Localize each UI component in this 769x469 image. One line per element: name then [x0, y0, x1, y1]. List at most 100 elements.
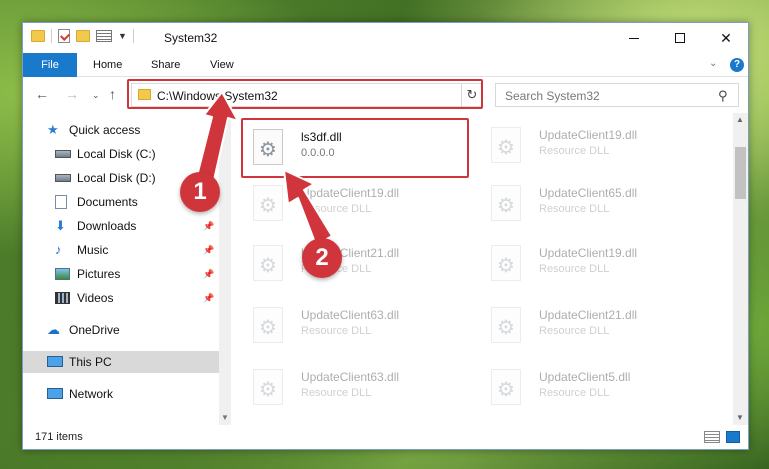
navigation-pane: ★ Quick access Local Disk (C:) Local Dis… — [23, 113, 219, 425]
maximize-button[interactable] — [657, 23, 703, 53]
search-icon[interactable]: ⚲ — [718, 88, 728, 104]
item-count: 171 items — [35, 431, 83, 443]
file-tile[interactable]: ⚙ UpdateClient65.dll Resource DLL — [481, 179, 711, 231]
nav-item-quick-access[interactable]: ★ Quick access — [23, 119, 219, 141]
file-type: Resource DLL — [301, 203, 372, 215]
file-name: UpdateClient21.dll — [539, 308, 638, 322]
tab-view[interactable]: View — [200, 53, 244, 77]
folder-icon — [31, 30, 45, 42]
nav-item-pictures[interactable]: Pictures 📌 — [23, 263, 219, 285]
scroll-down-icon[interactable]: ▼ — [736, 413, 744, 422]
file-tile[interactable]: ⚙ UpdateClient5.dll Resource DLL — [481, 363, 711, 415]
gear-icon: ⚙ — [259, 317, 277, 339]
cloud-icon: ☁ — [47, 322, 60, 337]
view-layout-icon[interactable] — [96, 30, 112, 42]
address-bar[interactable]: C:\Windows\System32 ⌄ — [131, 83, 481, 107]
file-tile[interactable]: ⚙ UpdateClient63.dll Resource DLL — [243, 363, 473, 415]
callout-badge-2: 2 — [302, 238, 342, 278]
file-name: ls3df.dll — [301, 130, 342, 144]
file-name: UpdateClient19.dll — [301, 186, 400, 200]
details-view-icon[interactable] — [704, 431, 720, 443]
file-tile-ls3df[interactable]: ⚙ ls3df.dll 0.0.0.0 — [243, 123, 473, 175]
file-name: UpdateClient19.dll — [539, 246, 638, 260]
up-arrow-icon[interactable]: ↑ — [109, 86, 116, 102]
large-icons-view-icon[interactable] — [726, 431, 740, 443]
file-tile[interactable]: ⚙ UpdateClient19.dll Resource DLL — [481, 239, 711, 291]
refresh-button[interactable]: ↻ — [461, 83, 483, 107]
search-box[interactable]: Search System32 ⚲ — [495, 83, 739, 107]
ribbon-tabs: File Home Share View ⌄ ? — [23, 53, 748, 77]
navigation-scrollbar[interactable]: ▲ ▼ — [219, 113, 231, 425]
quick-access-toolbar: ▼ — [31, 29, 134, 43]
disk-icon — [55, 150, 71, 158]
gear-icon: ⚙ — [497, 195, 515, 217]
close-button[interactable]: ✕ — [703, 23, 749, 53]
properties-icon[interactable] — [58, 29, 70, 43]
address-path[interactable]: C:\Windows\System32 — [157, 89, 278, 103]
tab-share[interactable]: Share — [141, 53, 190, 77]
file-name: UpdateClient63.dll — [301, 308, 400, 322]
pin-icon[interactable]: 📌 — [203, 293, 214, 304]
back-arrow-icon[interactable]: ← — [35, 86, 49, 102]
help-icon[interactable]: ? — [730, 58, 744, 72]
nav-item-label: Music — [77, 243, 109, 257]
video-icon — [55, 292, 70, 304]
pin-icon[interactable]: 📌 — [203, 245, 214, 256]
file-tile[interactable]: ⚙ UpdateClient19.dll Resource DLL — [481, 121, 711, 173]
file-type: Resource DLL — [539, 387, 610, 399]
disk-icon — [55, 174, 71, 182]
content-scrollbar[interactable]: ▲ ▼ — [733, 113, 748, 425]
nav-item-videos[interactable]: Videos 📌 — [23, 287, 219, 309]
gear-icon: ⚙ — [497, 317, 515, 339]
expand-ribbon-icon[interactable]: ⌄ — [709, 58, 717, 69]
nav-item-this-pc[interactable]: This PC — [23, 351, 219, 373]
minimize-button[interactable] — [611, 23, 657, 53]
search-input[interactable]: Search System32 — [505, 89, 600, 103]
nav-item-label: This PC — [69, 355, 112, 369]
nav-item-network[interactable]: Network — [23, 383, 219, 405]
nav-item-music[interactable]: ♪ Music 📌 — [23, 239, 219, 261]
scroll-up-icon[interactable]: ▲ — [221, 115, 229, 124]
tab-file[interactable]: File — [23, 53, 77, 77]
nav-item-label: Local Disk (D:) — [77, 171, 156, 185]
scroll-up-icon[interactable]: ▲ — [736, 115, 744, 124]
file-type: Resource DLL — [539, 203, 610, 215]
folder-icon — [138, 89, 151, 100]
minimize-icon — [629, 37, 639, 39]
file-name: UpdateClient5.dll — [539, 370, 631, 384]
scrollbar-thumb[interactable] — [735, 147, 746, 199]
star-icon: ★ — [47, 122, 59, 137]
gear-icon: ⚙ — [259, 379, 277, 401]
nav-item-label: Network — [69, 387, 114, 401]
file-tile[interactable]: ⚙ UpdateClient19.dll Resource DLL — [243, 179, 473, 231]
music-icon: ♪ — [55, 242, 62, 257]
pin-icon[interactable]: 📌 — [203, 269, 214, 280]
file-type: Resource DLL — [301, 325, 372, 337]
recent-locations-chevron-icon[interactable]: ⌄ — [92, 90, 100, 101]
customize-toolbar-dropdown-icon[interactable]: ▼ — [118, 31, 127, 41]
file-name: UpdateClient63.dll — [301, 370, 400, 384]
file-tile[interactable]: ⚙ UpdateClient21.dll Resource DLL — [481, 301, 711, 353]
toolbar-separator — [132, 29, 134, 43]
file-explorer-window: ▼ System32 ✕ File Home Share View ⌄ ? ← … — [22, 22, 749, 450]
nav-item-downloads[interactable]: ⬇ Downloads 📌 — [23, 215, 219, 237]
nav-item-label: Pictures — [77, 267, 121, 281]
file-tile[interactable]: ⚙ UpdateClient63.dll Resource DLL — [243, 301, 473, 353]
nav-item-onedrive[interactable]: ☁ OneDrive — [23, 319, 219, 341]
file-type: Resource DLL — [539, 145, 610, 157]
gear-icon: ⚙ — [259, 139, 277, 161]
maximize-icon — [675, 33, 685, 43]
file-tile[interactable]: ⚙ UpdateClient21.dll Resource DLL — [243, 239, 473, 291]
document-icon — [55, 195, 67, 209]
file-version: 0.0.0.0 — [301, 147, 335, 159]
file-type: Resource DLL — [539, 325, 610, 337]
tab-home[interactable]: Home — [83, 53, 132, 77]
gear-icon: ⚙ — [497, 137, 515, 159]
file-type: Resource DLL — [539, 263, 610, 275]
pin-icon[interactable]: 📌 — [203, 221, 214, 232]
new-folder-icon[interactable] — [76, 30, 90, 42]
nav-item-label: Quick access — [69, 123, 141, 137]
forward-arrow-icon[interactable]: → — [65, 86, 79, 102]
scroll-down-icon[interactable]: ▼ — [221, 413, 229, 422]
nav-item-local-disk-c[interactable]: Local Disk (C:) — [23, 143, 219, 165]
